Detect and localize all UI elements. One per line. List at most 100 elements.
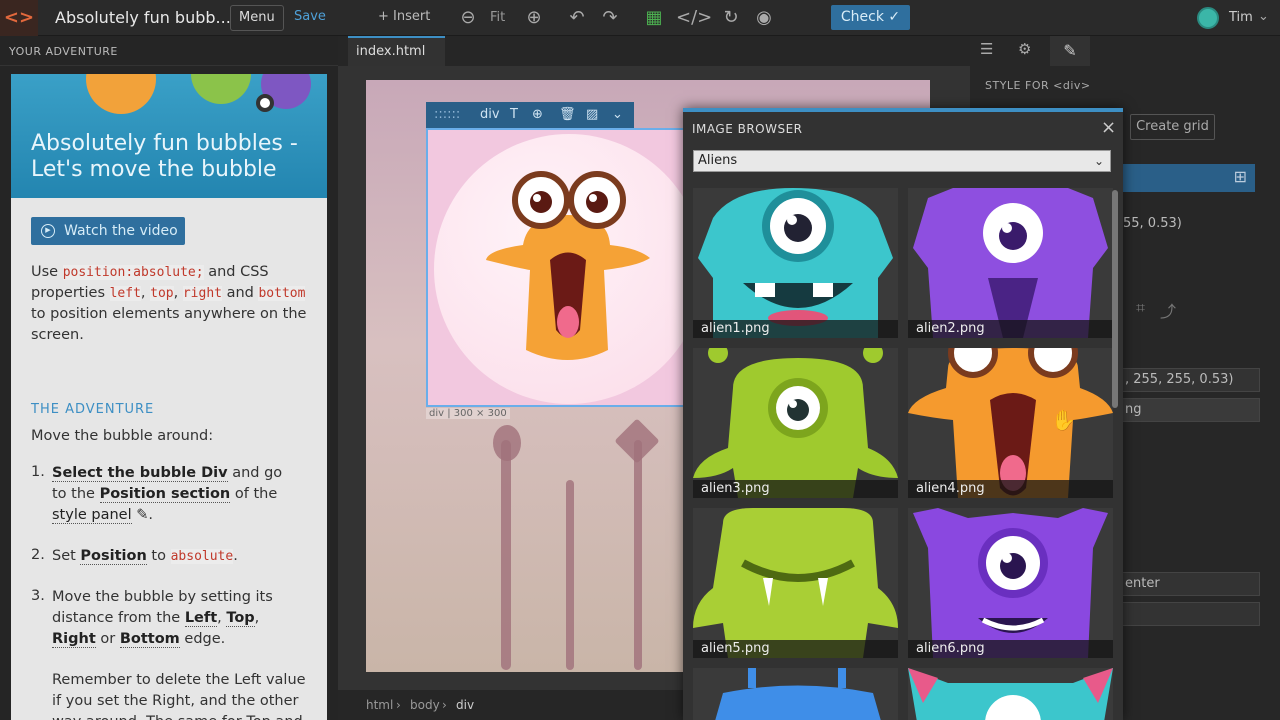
- color-value-text: 55, 0.53): [1123, 216, 1182, 231]
- zoom-fit-button[interactable]: Fit: [490, 10, 505, 25]
- delete-icon[interactable]: 🗑: [559, 102, 576, 128]
- close-icon[interactable]: ×: [1101, 117, 1116, 138]
- image-grid-scrollbar[interactable]: [1112, 190, 1118, 408]
- step-3-highlight: Right: [52, 631, 96, 648]
- image-filename: alien5.png: [693, 640, 898, 658]
- alien6-thumbnail: [913, 508, 1108, 658]
- step-2-part: to: [151, 548, 166, 564]
- style-for-label: STYLE FOR <div>: [985, 79, 1091, 92]
- alien1-thumbnail: [698, 188, 893, 338]
- image-tile[interactable]: alien4.png: [908, 348, 1113, 498]
- alien5-thumbnail: [693, 508, 898, 658]
- adventure-heading: THE ADVENTURE: [31, 402, 155, 417]
- image-tile[interactable]: alien2.png: [908, 188, 1113, 338]
- create-grid-button[interactable]: Create grid: [1130, 114, 1215, 140]
- breadcrumb-html[interactable]: html: [366, 698, 393, 712]
- image-filename: alien2.png: [908, 320, 1113, 338]
- adventure-panel-header: YOUR ADVENTURE: [0, 36, 338, 66]
- step-2-part: Set: [52, 548, 76, 564]
- seaweed-stalk: [566, 480, 574, 670]
- image-tile[interactable]: alien6.png: [908, 508, 1113, 658]
- category-select[interactable]: Aliens ⌄: [693, 150, 1111, 172]
- alien7-thumbnail: [715, 668, 881, 720]
- intro-text-part: to position elements anywhere on the scr…: [31, 306, 307, 343]
- image-filename: alien4.png: [908, 480, 1113, 498]
- app-logo-icon[interactable]: <>: [0, 0, 38, 36]
- step-number: 2.: [31, 547, 45, 563]
- image-filename: alien3.png: [693, 480, 898, 498]
- duplicate-icon[interactable]: ⊕: [532, 102, 543, 128]
- editor-tab-bar: index.html: [338, 36, 970, 66]
- tab-index-html[interactable]: index.html: [348, 36, 445, 66]
- top-toolbar: <> Absolutely fun bubb... Menu Save + In…: [0, 0, 1280, 36]
- zoom-out-icon[interactable]: ⊖: [456, 6, 480, 30]
- image-browser-dialog: IMAGE BROWSER × Aliens ⌄ alien1.png alie…: [683, 108, 1123, 720]
- user-name[interactable]: Tim: [1229, 10, 1253, 25]
- bg-repeat-select[interactable]: [1120, 602, 1260, 626]
- code-snippet: bottom: [258, 286, 306, 301]
- adventure-panel-title: YOUR ADVENTURE: [9, 45, 118, 58]
- refresh-icon[interactable]: ↻: [719, 6, 743, 30]
- chevron-down-icon[interactable]: ⌄: [1258, 9, 1269, 24]
- watch-video-button[interactable]: ▶ Watch the video: [31, 217, 185, 245]
- chevron-down-icon: ⌄: [1093, 154, 1104, 168]
- save-button[interactable]: Save: [286, 5, 334, 31]
- code-view-icon[interactable]: </>: [676, 6, 712, 30]
- pattern-icon[interactable]: ▨: [586, 102, 598, 128]
- bubble-div[interactable]: [426, 128, 706, 407]
- step-2-highlight: Position: [80, 548, 147, 565]
- drag-handle-icon[interactable]: ::::::: [434, 102, 460, 128]
- style-brush-icon[interactable]: ✎: [1050, 36, 1090, 66]
- adventure-banner: Absolutely fun bubbles - Let's move the …: [11, 74, 327, 198]
- bg-color-field[interactable]: , 255, 255, 0.53): [1120, 368, 1260, 392]
- preview-icon[interactable]: ◉: [752, 6, 776, 30]
- breadcrumb-div[interactable]: div: [456, 698, 474, 712]
- image-grid: alien1.png alien2.png alien3.png alien4.…: [693, 188, 1115, 720]
- step-3-highlight: Top: [226, 610, 255, 627]
- user-avatar[interactable]: [1197, 7, 1219, 29]
- step-number: 3.: [31, 588, 45, 604]
- insert-button[interactable]: + Insert: [370, 5, 438, 31]
- intro-text: Use position:absolute; and CSS propertie…: [31, 264, 307, 343]
- crop-icon[interactable]: ⌗: [1136, 298, 1145, 318]
- chevron-right-icon: ›: [442, 698, 447, 712]
- image-filename: alien1.png: [693, 320, 898, 338]
- transform-icons-row: ⌗ ⤴: [1122, 298, 1254, 322]
- step-1-highlight: Select the bubble Div: [52, 465, 228, 482]
- zoom-in-icon[interactable]: ⊕: [522, 6, 546, 30]
- selected-rule-row[interactable]: ⊞: [1120, 164, 1255, 192]
- curve-icon[interactable]: ⤴: [1160, 298, 1176, 322]
- category-value: Aliens: [698, 153, 738, 168]
- bg-image-field[interactable]: ng: [1120, 398, 1260, 422]
- step-2-text: Set Position to absolute.: [52, 548, 238, 565]
- layers-icon[interactable]: ☰: [980, 40, 993, 58]
- element-size-label: div | 300 × 300: [426, 408, 510, 419]
- bg-position-select[interactable]: enter: [1120, 572, 1260, 596]
- grid-layout-icon[interactable]: ▦: [642, 6, 666, 30]
- check-button[interactable]: Check ✓: [831, 5, 910, 30]
- adventure-title: Absolutely fun bubbles - Let's move the …: [31, 131, 298, 182]
- dialog-title: IMAGE BROWSER: [692, 122, 803, 136]
- watch-video-label: Watch the video: [64, 223, 178, 239]
- seaweed-head: [493, 425, 521, 461]
- settings-sliders-icon[interactable]: ⚙: [1018, 40, 1031, 58]
- breadcrumb-body[interactable]: body: [410, 698, 440, 712]
- seaweed-stalk: [634, 440, 642, 670]
- step-3-highlight: Left: [184, 610, 218, 627]
- image-tile[interactable]: alien1.png: [693, 188, 898, 338]
- add-rule-icon[interactable]: ⊞: [1234, 167, 1247, 186]
- chevron-down-icon[interactable]: ⌄: [612, 102, 623, 128]
- step-1-text: Select the bubble Div and go to the Posi…: [52, 465, 283, 524]
- element-tag-label: div: [480, 107, 500, 122]
- image-tile[interactable]: alien3.png: [693, 348, 898, 498]
- undo-icon[interactable]: ↶: [565, 6, 589, 30]
- menu-button[interactable]: Menu: [230, 5, 284, 31]
- redo-icon[interactable]: ↷: [598, 6, 622, 30]
- text-edit-icon[interactable]: T: [510, 102, 518, 128]
- image-tile[interactable]: [693, 668, 898, 720]
- image-tile[interactable]: alien5.png: [693, 508, 898, 658]
- play-icon: ▶: [41, 224, 55, 238]
- image-tile[interactable]: [908, 668, 1113, 720]
- code-snippet: right: [182, 286, 222, 301]
- image-filename: alien6.png: [908, 640, 1113, 658]
